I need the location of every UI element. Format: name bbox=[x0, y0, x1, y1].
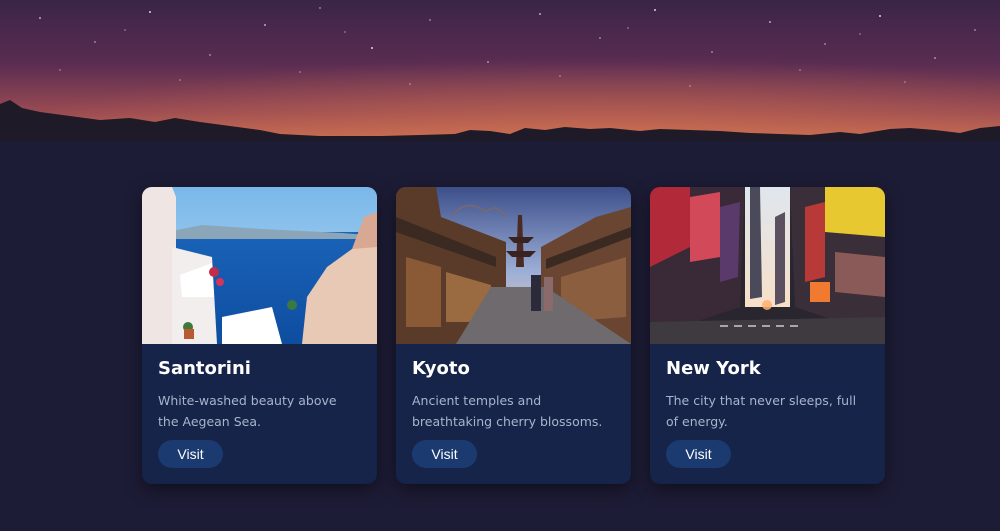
card-title: Kyoto bbox=[412, 358, 470, 379]
card-title: New York bbox=[666, 358, 761, 379]
destination-card-kyoto: Kyoto Ancient temples and breathtaking c… bbox=[396, 187, 631, 484]
new-york-image bbox=[650, 187, 885, 344]
hero-banner bbox=[0, 0, 1000, 141]
destination-card-santorini: Santorini White-washed beauty above the … bbox=[142, 187, 377, 484]
card-title: Santorini bbox=[158, 358, 251, 379]
card-description: Ancient temples and breathtaking cherry … bbox=[412, 393, 603, 429]
destination-cards: Santorini White-washed beauty above the … bbox=[142, 187, 885, 484]
card-description: White-washed beauty above the Aegean Sea… bbox=[158, 393, 337, 429]
destination-card-new-york: New York The city that never sleeps, ful… bbox=[650, 187, 885, 484]
card-description: The city that never sleeps, full of ener… bbox=[666, 393, 857, 429]
visit-button-santorini[interactable]: Visit bbox=[158, 440, 223, 468]
visit-button-kyoto[interactable]: Visit bbox=[412, 440, 477, 468]
kyoto-image bbox=[396, 187, 631, 344]
visit-button-new-york[interactable]: Visit bbox=[666, 440, 731, 468]
santorini-image bbox=[142, 187, 377, 344]
night-sky-image bbox=[0, 0, 1000, 141]
